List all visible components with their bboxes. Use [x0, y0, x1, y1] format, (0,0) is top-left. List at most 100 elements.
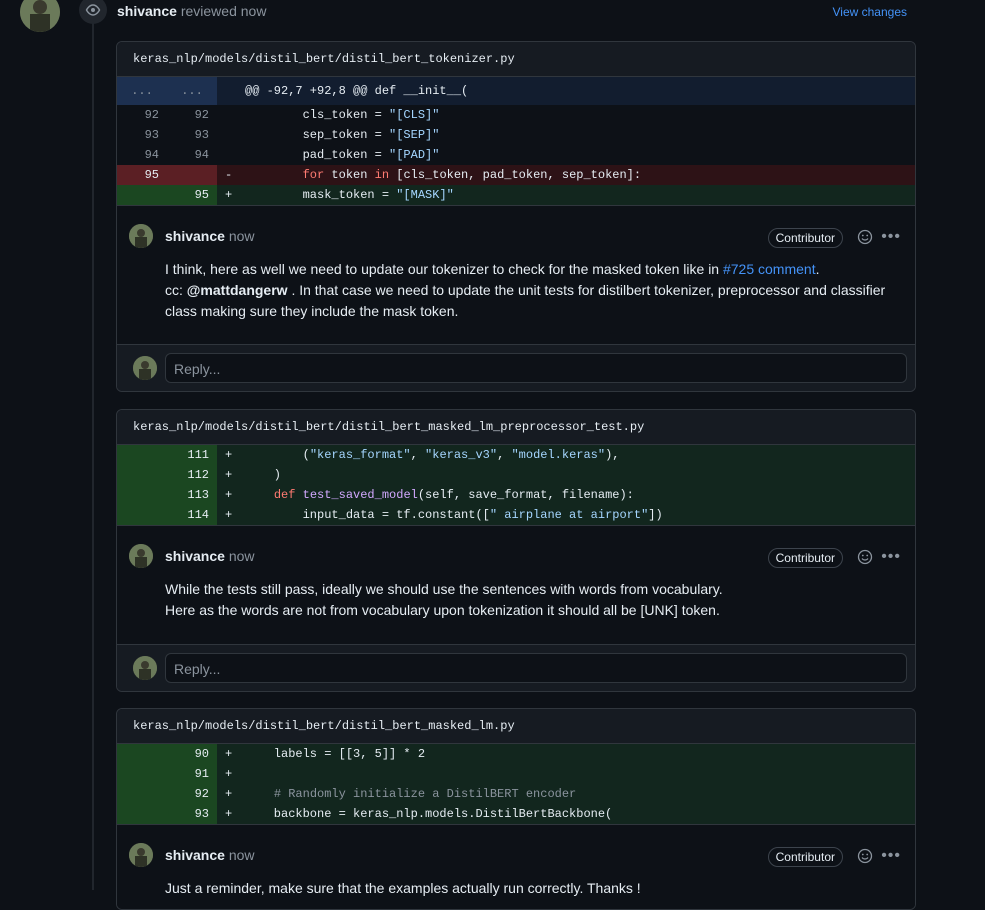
- user-mention[interactable]: @mattdangerw: [187, 282, 288, 298]
- code-line: pad_token = "[PAD]": [245, 148, 440, 162]
- comment-text: .: [815, 261, 820, 277]
- diff-sign: +: [225, 787, 233, 801]
- diff-sign: +: [225, 468, 233, 482]
- new-line-number[interactable]: 91: [167, 764, 217, 784]
- comment-body: Just a reminder, make sure that the exam…: [165, 878, 641, 899]
- eye-icon: [79, 0, 107, 24]
- reply-bar: Reply...: [117, 644, 915, 691]
- comment-author[interactable]: shivance: [165, 548, 225, 564]
- new-line-number[interactable]: 114: [167, 505, 217, 525]
- diff-line-added: 112 + ): [117, 465, 915, 485]
- comment-time[interactable]: now: [229, 847, 255, 863]
- comment-author[interactable]: shivance: [165, 228, 225, 244]
- old-line-number[interactable]: 93: [117, 125, 167, 145]
- smiley-icon[interactable]: [857, 848, 873, 867]
- code-line: backbone = keras_nlp.models.DistilBertBa…: [245, 807, 613, 821]
- diff-line-added: 95 + mask_token = "[MASK]": [117, 185, 915, 205]
- diff-line-added: 91 +: [117, 764, 915, 784]
- reply-input[interactable]: Reply...: [165, 653, 907, 683]
- old-line-number[interactable]: [117, 465, 167, 485]
- old-line-number[interactable]: 94: [117, 145, 167, 165]
- avatar[interactable]: [129, 843, 153, 867]
- old-line-number[interactable]: [117, 485, 167, 505]
- diff-sign: [217, 145, 245, 165]
- new-line-number[interactable]: [167, 165, 217, 185]
- reply-input[interactable]: Reply...: [165, 353, 907, 383]
- avatar[interactable]: [129, 544, 153, 568]
- new-line-number[interactable]: 95: [167, 185, 217, 205]
- diff-line-added: 111 + ("keras_format", "keras_v3", "mode…: [117, 445, 915, 465]
- smiley-icon[interactable]: [857, 229, 873, 248]
- old-line-number[interactable]: 95: [117, 165, 167, 185]
- view-changes-link[interactable]: View changes: [833, 5, 908, 19]
- old-line-number[interactable]: [117, 744, 167, 764]
- review-comment: shivance now Contributor ••• Just a remi…: [117, 824, 915, 909]
- hunk-text: @@ -92,7 +92,8 @@ def __init__(: [245, 84, 469, 98]
- diff-line-added: 114 + input_data = tf.constant([" airpla…: [117, 505, 915, 525]
- diff-line-added: 113 + def test_saved_model(self, save_fo…: [117, 485, 915, 505]
- kebab-menu-icon[interactable]: •••: [881, 847, 901, 865]
- old-line-number[interactable]: [117, 784, 167, 804]
- diff-hunk: 90 + labels = [[3, 5]] * 2 91 + 92 + # R…: [117, 744, 915, 824]
- old-line-number[interactable]: [117, 445, 167, 465]
- smiley-icon[interactable]: [857, 549, 873, 568]
- diff-line-added: 92 + # Randomly initialize a DistilBERT …: [117, 784, 915, 804]
- file-path[interactable]: keras_nlp/models/distil_bert/distil_bert…: [117, 42, 915, 77]
- new-line-number[interactable]: 112: [167, 465, 217, 485]
- comment-text: . In that case we need to update the uni…: [287, 282, 886, 298]
- old-line-number[interactable]: [117, 185, 167, 205]
- hunk-header: ... ... @@ -92,7 +92,8 @@ def __init__(: [117, 77, 915, 105]
- code-line: def test_saved_model(self, save_format, …: [273, 488, 634, 502]
- diff-sign: [217, 105, 245, 125]
- comment-author[interactable]: shivance: [165, 847, 225, 863]
- review-thread: keras_nlp/models/distil_bert/distil_bert…: [116, 41, 916, 392]
- contributor-badge: Contributor: [767, 228, 843, 248]
- comment-line: I think, here as well we need to update …: [165, 259, 885, 280]
- file-path[interactable]: keras_nlp/models/distil_bert/distil_bert…: [117, 410, 915, 445]
- new-line-number[interactable]: 111: [167, 445, 217, 465]
- diff-sign: +: [225, 508, 233, 522]
- comment-line: Just a reminder, make sure that the exam…: [165, 880, 641, 896]
- review-thread: keras_nlp/models/distil_bert/distil_bert…: [116, 409, 916, 692]
- diff-sign: +: [225, 188, 233, 202]
- diff-line-added: 90 + labels = [[3, 5]] * 2: [117, 744, 915, 764]
- old-line-number[interactable]: 92: [117, 105, 167, 125]
- new-line-number[interactable]: 90: [167, 744, 217, 764]
- diff-line: 93 93 sep_token = "[SEP]": [117, 125, 915, 145]
- review-user[interactable]: shivance: [117, 3, 177, 19]
- old-line-number[interactable]: [117, 804, 167, 824]
- code-line: for token in [cls_token, pad_token, sep_…: [302, 168, 642, 182]
- code-line: ): [245, 468, 282, 482]
- reply-bar: Reply...: [117, 344, 915, 391]
- new-line-number[interactable]: 93: [167, 804, 217, 824]
- new-line-number[interactable]: 113: [167, 485, 217, 505]
- comment-link[interactable]: #725 comment: [723, 261, 816, 277]
- new-line-number[interactable]: 94: [167, 145, 217, 165]
- new-line-number[interactable]: 92: [167, 784, 217, 804]
- expand-up[interactable]: ...: [117, 77, 167, 105]
- code-line: cls_token = "[CLS]": [245, 108, 440, 122]
- comment-text: I think, here as well we need to update …: [165, 261, 723, 277]
- kebab-menu-icon[interactable]: •••: [881, 548, 901, 566]
- diff-hunk: 111 + ("keras_format", "keras_v3", "mode…: [117, 445, 915, 525]
- expand-down[interactable]: ...: [167, 77, 217, 105]
- contributor-badge: Contributor: [767, 847, 843, 867]
- reviewer-avatar[interactable]: [20, 0, 60, 32]
- diff-sign: +: [225, 448, 233, 462]
- comment-time[interactable]: now: [229, 548, 255, 564]
- old-line-number[interactable]: [117, 505, 167, 525]
- code-line: input_data = tf.constant([" airplane at …: [245, 508, 663, 522]
- old-line-number[interactable]: [117, 764, 167, 784]
- review-header: shivance reviewed now: [117, 3, 266, 19]
- code-line: sep_token = "[SEP]": [245, 128, 440, 142]
- new-line-number[interactable]: 93: [167, 125, 217, 145]
- contributor-badge: Contributor: [767, 548, 843, 568]
- new-line-number[interactable]: 92: [167, 105, 217, 125]
- comment-body: While the tests still pass, ideally we s…: [165, 579, 723, 621]
- avatar: [133, 356, 157, 380]
- comment-time[interactable]: now: [229, 228, 255, 244]
- avatar[interactable]: [129, 224, 153, 248]
- kebab-menu-icon[interactable]: •••: [881, 228, 901, 246]
- file-path[interactable]: keras_nlp/models/distil_bert/distil_bert…: [117, 709, 915, 744]
- comment-header: shivance now: [165, 847, 255, 863]
